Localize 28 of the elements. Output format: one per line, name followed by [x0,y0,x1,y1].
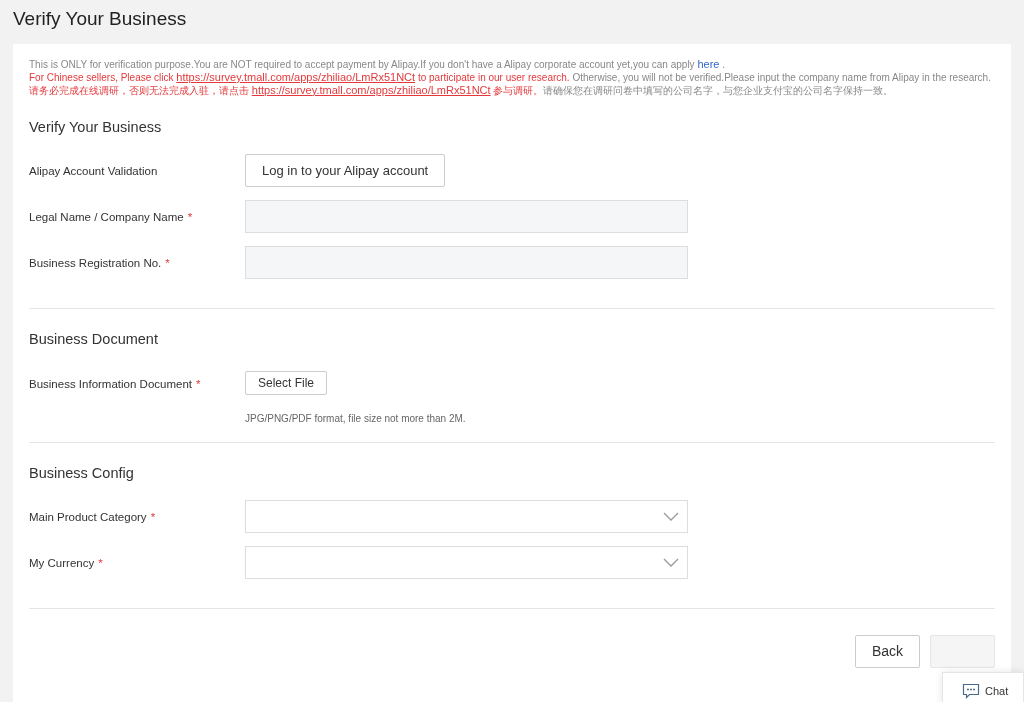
field-label: Business Registration No. * [29,256,171,272]
select-file-button[interactable]: Select File [245,370,328,395]
section-title: Verify Your Business [29,118,163,137]
notice-link[interactable]: https://survey.tmall.com/apps/zhiliao/LmRx51NCt [176,70,416,83]
back-button[interactable]: Back [855,634,920,668]
login-button[interactable]: Log in to your Alipay account [245,154,446,188]
notice-text: This is ONLY for verification purpose.You are NOT required to accept payment by Alipay.If you don't have a Alipay corporate account yet,you can apply here . [29,57,726,71]
notice-link[interactable]: here [697,57,720,70]
chevron-down-icon [663,557,679,567]
dropdown-field[interactable] [245,545,688,579]
chat-bubble-icon [962,682,980,699]
chevron-down-icon [663,511,679,521]
file-hint: JPG/PNG/PDF format, file size not more than 2M. [245,411,467,426]
notice-link[interactable]: https://survey.tmall.com/apps/zhiliao/LmRx51NCt [251,83,491,96]
dropdown-field[interactable] [245,499,688,533]
field-label: My Currency * [29,555,104,571]
field-label: Alipay Account Validation [29,164,159,180]
chat-button[interactable]: Chat [942,671,1024,702]
field-label: Main Product Category * [29,509,157,525]
page-title: Verify Your Business [13,8,188,31]
section-title: Business Config [29,464,135,482]
input-field[interactable] [245,200,688,234]
notice-text: For Chinese sellers, Please click https://survey.tmall.com/apps/zhiliao/LmRx51NCt to participate in our user research. Otherwise, you will not be verified.Please input the company name from Alipay in the research. [29,70,992,84]
field-label: Business Information Document * [29,376,202,392]
section-title: Business Document [29,331,159,349]
notice-text: 请务必完成在线调研，否则无法完成入驻，请点击 https://survey.tmall.com/apps/zhiliao/LmRx51NCt 参与调研。请确保您在调研问卷中填写的公司名字，与您企业支付宝的公司名字保持一致。 [29,83,895,97]
field-label: Legal Name / Company Name * [29,210,194,226]
input-field[interactable] [245,246,688,280]
